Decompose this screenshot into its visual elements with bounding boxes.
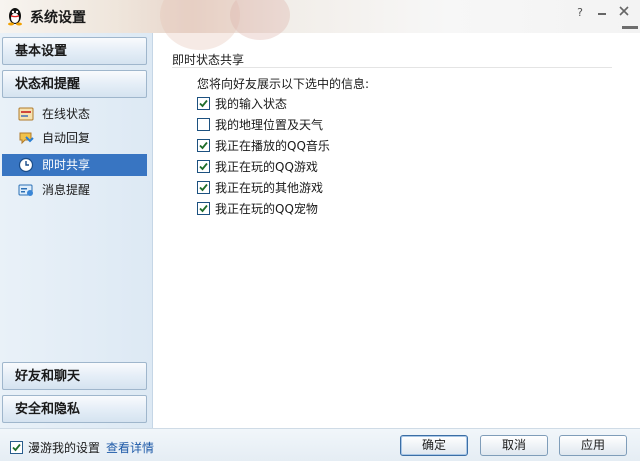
apply-button[interactable]: 应用 bbox=[559, 435, 627, 456]
close-icon[interactable] bbox=[614, 4, 634, 22]
checkbox[interactable] bbox=[197, 202, 210, 215]
checkbox[interactable] bbox=[197, 97, 210, 110]
option-label: 我正在玩的QQ宠物 bbox=[215, 202, 318, 216]
checkbox[interactable] bbox=[197, 118, 210, 131]
option-label: 我正在播放的QQ音乐 bbox=[215, 139, 330, 153]
title-bar: 系统设置 ? bbox=[0, 0, 640, 50]
section-title: 即时状态共享 bbox=[172, 53, 245, 67]
qq-penguin-icon bbox=[5, 6, 25, 26]
checkbox[interactable] bbox=[197, 160, 210, 173]
view-details-link[interactable]: 查看详情 bbox=[106, 439, 154, 456]
window-title: 系统设置 bbox=[30, 10, 86, 26]
title-edge-mark bbox=[622, 26, 638, 29]
option-qq-music[interactable]: 我正在播放的QQ音乐 bbox=[197, 137, 330, 154]
category-status-and-alerts[interactable]: 状态和提醒 bbox=[2, 70, 147, 98]
auto-reply-icon bbox=[18, 130, 34, 146]
category-security-and-privacy[interactable]: 安全和隐私 bbox=[2, 395, 147, 423]
bottom-bar: 漫游我的设置 查看详情 确定 取消 应用 bbox=[0, 428, 640, 461]
option-location-weather[interactable]: 我的地理位置及天气 bbox=[197, 116, 323, 133]
option-label: 我的输入状态 bbox=[215, 97, 288, 111]
option-label: 我正在玩的QQ游戏 bbox=[215, 160, 318, 174]
sidebar-item-message-alerts[interactable]: 消息提醒 bbox=[2, 179, 147, 201]
option-other-games[interactable]: 我正在玩的其他游戏 bbox=[197, 179, 323, 196]
checkbox[interactable] bbox=[197, 139, 210, 152]
sidebar-item-label: 消息提醒 bbox=[42, 183, 91, 197]
roam-label[interactable]: 漫游我的设置 bbox=[28, 439, 100, 456]
online-status-icon bbox=[18, 106, 34, 122]
sidebar: 基本设置 状态和提醒 在线状态 自动回复 即时共享 消息提醒 好友和聊天 安全和… bbox=[0, 33, 153, 428]
message-alert-icon bbox=[18, 182, 34, 198]
roam-checkbox[interactable] bbox=[10, 441, 23, 454]
intro-text: 您将向好友展示以下选中的信息: bbox=[197, 77, 370, 91]
ok-button[interactable]: 确定 bbox=[400, 435, 468, 456]
sidebar-item-label: 即时共享 bbox=[42, 158, 91, 172]
sidebar-item-label: 在线状态 bbox=[42, 107, 91, 121]
sidebar-item-label: 自动回复 bbox=[42, 131, 91, 145]
sidebar-item-instant-share[interactable]: 即时共享 bbox=[2, 154, 147, 176]
window-controls: ? bbox=[570, 4, 634, 24]
checkbox[interactable] bbox=[197, 181, 210, 194]
sidebar-item-auto-reply[interactable]: 自动回复 bbox=[2, 127, 147, 149]
option-typing-status[interactable]: 我的输入状态 bbox=[197, 95, 287, 112]
cancel-button[interactable]: 取消 bbox=[480, 435, 548, 456]
category-friends-and-chat[interactable]: 好友和聊天 bbox=[2, 362, 147, 390]
minimize-icon[interactable] bbox=[592, 4, 612, 22]
help-icon[interactable]: ? bbox=[570, 4, 590, 22]
option-label: 我正在玩的其他游戏 bbox=[215, 181, 324, 195]
option-qq-game[interactable]: 我正在玩的QQ游戏 bbox=[197, 158, 318, 175]
option-label: 我的地理位置及天气 bbox=[215, 118, 324, 132]
sidebar-item-online-status[interactable]: 在线状态 bbox=[2, 103, 147, 125]
option-qq-pet[interactable]: 我正在玩的QQ宠物 bbox=[197, 200, 318, 217]
background-flower bbox=[230, 0, 290, 40]
roam-settings: 漫游我的设置 查看详情 bbox=[10, 439, 154, 456]
clock-icon bbox=[18, 157, 34, 173]
background-flower bbox=[160, 0, 240, 50]
section-divider bbox=[172, 67, 612, 68]
category-basic-settings[interactable]: 基本设置 bbox=[2, 37, 147, 65]
